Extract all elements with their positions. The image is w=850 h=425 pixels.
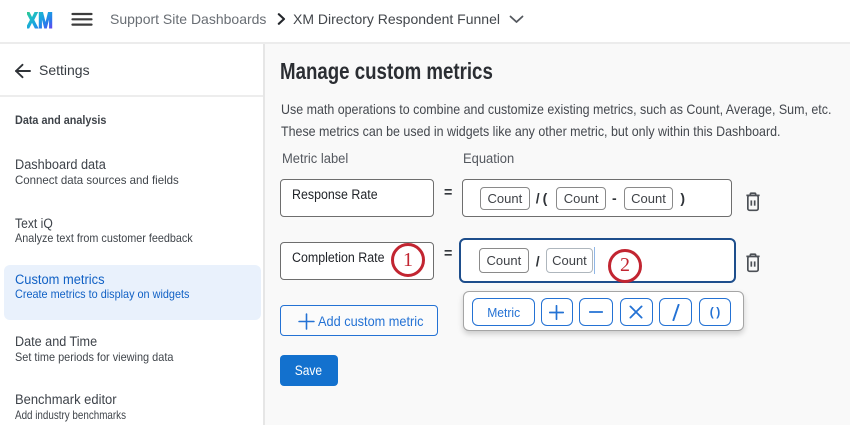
svg-text:XM: XM bbox=[27, 11, 53, 30]
